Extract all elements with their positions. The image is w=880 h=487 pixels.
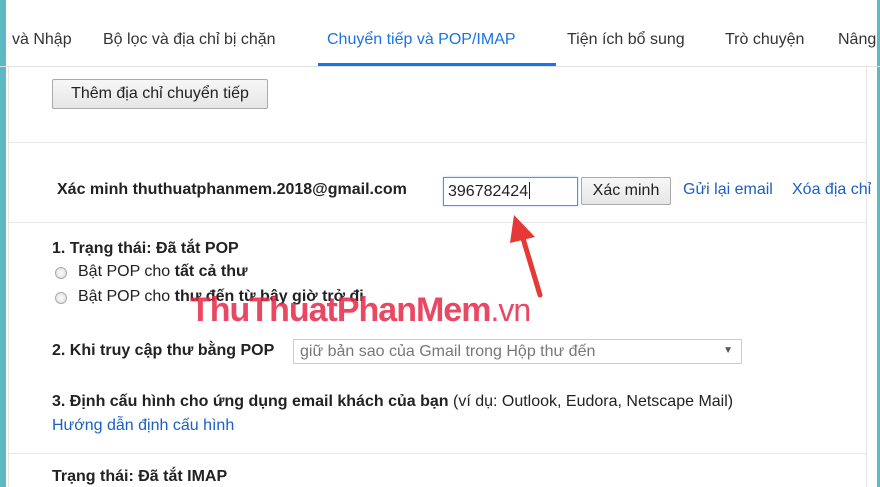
tab-advanced[interactable]: Nâng <box>838 31 876 49</box>
pop-access-select-value: giữ bản sao của Gmail trong Hộp thư đến <box>300 343 596 360</box>
resend-email-link[interactable]: Gửi lại email <box>683 181 773 199</box>
radio-pop-all[interactable] <box>55 267 67 279</box>
config-instructions-link[interactable]: Hướng dẫn định cấu hình <box>52 417 234 435</box>
watermark-brand: ThuThuatPhanMem <box>190 291 491 329</box>
verify-label: Xác minh thuthuatphanmem.2018@gmail.com <box>57 181 407 198</box>
settings-tabs: và Nhập Bộ lọc và địa chỉ bị chặn Chuyển… <box>0 0 880 67</box>
tab-filters[interactable]: Bộ lọc và địa chỉ bị chặn <box>103 31 276 49</box>
pop-option-now-prefix: Bật POP cho <box>78 288 175 305</box>
pop-access-select[interactable]: giữ bản sao của Gmail trong Hộp thư đến … <box>293 339 742 364</box>
verification-code-value: 396782424 <box>448 183 529 200</box>
pop-config-title: 3. Định cấu hình cho ứng dụng email khác… <box>52 393 449 410</box>
content-right-border <box>866 66 867 487</box>
text-cursor <box>529 182 531 199</box>
tab-import[interactable]: và Nhập <box>12 31 72 49</box>
watermark-logo: ThuThuatPhanMem.vn <box>190 291 531 330</box>
pop-config-line: 3. Định cấu hình cho ứng dụng email khác… <box>52 393 733 411</box>
pop-config-examples: (ví dụ: Outlook, Eudora, Netscape Mail) <box>452 393 734 410</box>
pop-option-all-bold: tất cả thư <box>174 263 248 280</box>
dropdown-arrow-icon: ▼ <box>723 345 733 356</box>
pop-option-all: Bật POP cho tất cả thư <box>78 263 248 281</box>
active-tab-indicator <box>318 63 556 66</box>
remove-address-link[interactable]: Xóa địa chỉ <box>792 181 871 199</box>
divider <box>9 142 866 143</box>
tab-addons[interactable]: Tiện ích bổ sung <box>567 31 685 49</box>
verification-code-input[interactable]: 396782424 <box>443 177 578 206</box>
pop-access-label: 2. Khi truy cập thư bằng POP <box>52 342 275 359</box>
annotation-arrow-icon <box>510 215 543 298</box>
divider <box>9 222 866 223</box>
pop-option-all-prefix: Bật POP cho <box>78 263 175 280</box>
tab-chat[interactable]: Trò chuyện <box>725 31 804 49</box>
watermark-domain: .vn <box>490 292 531 328</box>
pop-status-title: 1. Trạng thái: Đã tắt POP <box>52 240 239 257</box>
add-forwarding-address-button[interactable]: Thêm địa chỉ chuyển tiếp <box>52 79 268 109</box>
imap-status-title: Trạng thái: Đã tắt IMAP <box>52 468 228 485</box>
tab-forwarding-pop-imap[interactable]: Chuyển tiếp và POP/IMAP <box>327 31 516 49</box>
content-left-border <box>8 66 9 487</box>
radio-pop-from-now[interactable] <box>55 292 67 304</box>
divider <box>9 453 866 454</box>
verify-button[interactable]: Xác minh <box>581 177 671 205</box>
